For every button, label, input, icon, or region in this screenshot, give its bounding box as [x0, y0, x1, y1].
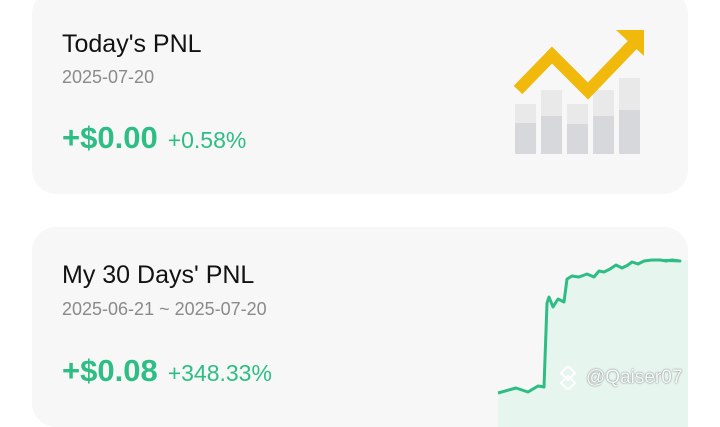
watermark: @Qaiser07 — [556, 366, 682, 390]
thirty-day-pnl-date-range: 2025-06-21 ~ 2025-07-20 — [62, 299, 267, 319]
todays-pnl-value: +$0.00 +0.58% — [62, 120, 246, 156]
thirty-day-pnl-card[interactable]: My 30 Days' PNL 2025-06-21 ~ 2025-07-20 … — [32, 227, 688, 427]
todays-pnl-card[interactable]: Today's PNL 2025-07-20 +$0.00 +0.58% — [32, 0, 688, 194]
watermark-handle: @Qaiser07 — [586, 367, 683, 388]
bar-group — [515, 78, 640, 154]
thirty-day-pnl-title: My 30 Days' PNL — [62, 261, 255, 289]
todays-pnl-title: Today's PNL — [62, 30, 202, 58]
binance-square-logo-icon — [559, 366, 577, 390]
thirty-day-pnl-value: +$0.08 +348.33% — [62, 353, 272, 389]
thirty-day-pnl-amount: +$0.08 — [62, 353, 158, 388]
pnl-trend-line-icon — [497, 258, 688, 427]
todays-pnl-percent: +0.58% — [167, 127, 247, 153]
thirty-day-pnl-percent: +348.33% — [167, 360, 272, 386]
trend-area — [498, 260, 688, 427]
todays-pnl-amount: +$0.00 — [62, 120, 158, 155]
bar-chart-up-arrow-icon — [513, 30, 644, 154]
todays-pnl-date: 2025-07-20 — [62, 67, 155, 87]
